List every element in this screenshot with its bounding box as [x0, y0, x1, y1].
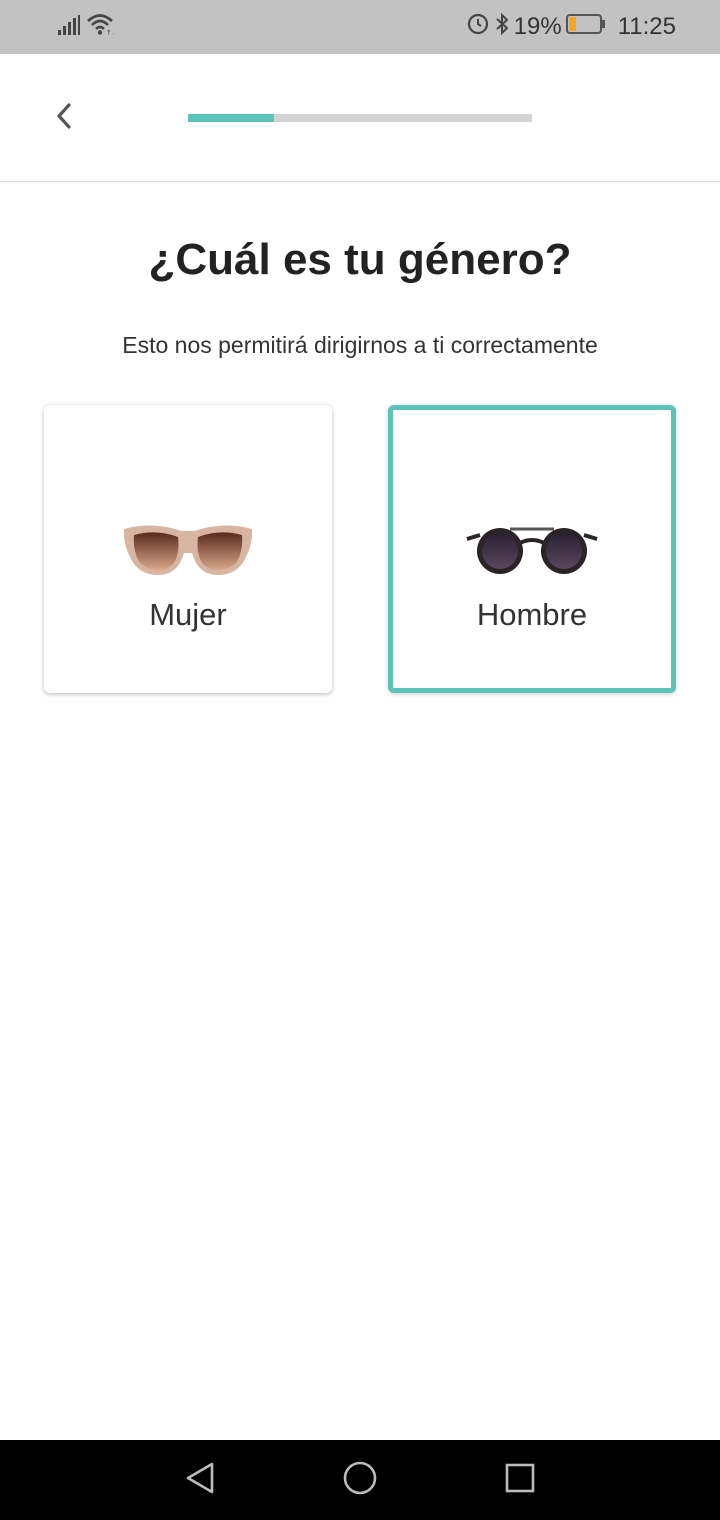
app-header	[0, 54, 720, 182]
alarm-icon	[466, 12, 490, 43]
status-right: 19% 11:25	[466, 12, 676, 42]
bluetooth-icon	[494, 12, 510, 43]
battery-percent: 19%	[513, 13, 562, 40]
page-title: ¿Cuál es tu género?	[148, 235, 572, 284]
option-card-hombre[interactable]: Hombre	[388, 405, 676, 693]
nav-recents-button[interactable]	[498, 1460, 542, 1500]
page-subtitle: Esto nos permitirá dirigirnos a ti corre…	[122, 332, 598, 358]
progress-bar	[188, 114, 532, 122]
wifi-icon: ↑↓	[86, 13, 118, 40]
battery-icon	[565, 13, 606, 42]
status-left: ↑↓	[58, 13, 118, 40]
cat-eye-sunglasses-icon	[122, 523, 254, 582]
navigation-bar	[0, 1440, 720, 1520]
recents-square-icon	[504, 1462, 536, 1499]
status-bar: ↑↓ 19% 11:25	[0, 0, 720, 54]
back-triangle-icon	[184, 1461, 216, 1500]
chevron-left-icon	[54, 101, 74, 136]
progress-fill	[188, 114, 274, 122]
option-label: Hombre	[476, 597, 588, 632]
round-sunglasses-icon	[466, 523, 598, 580]
nav-back-button[interactable]	[178, 1460, 222, 1500]
back-button[interactable]	[44, 96, 84, 140]
signal-icon	[58, 15, 80, 40]
svg-text:↑↓: ↑↓	[106, 29, 114, 35]
option-card-mujer[interactable]: Mujer	[44, 405, 332, 693]
option-label: Mujer	[149, 597, 227, 632]
clock: 11:25	[617, 13, 676, 40]
nav-home-button[interactable]	[338, 1460, 382, 1500]
home-circle-icon	[342, 1460, 378, 1501]
